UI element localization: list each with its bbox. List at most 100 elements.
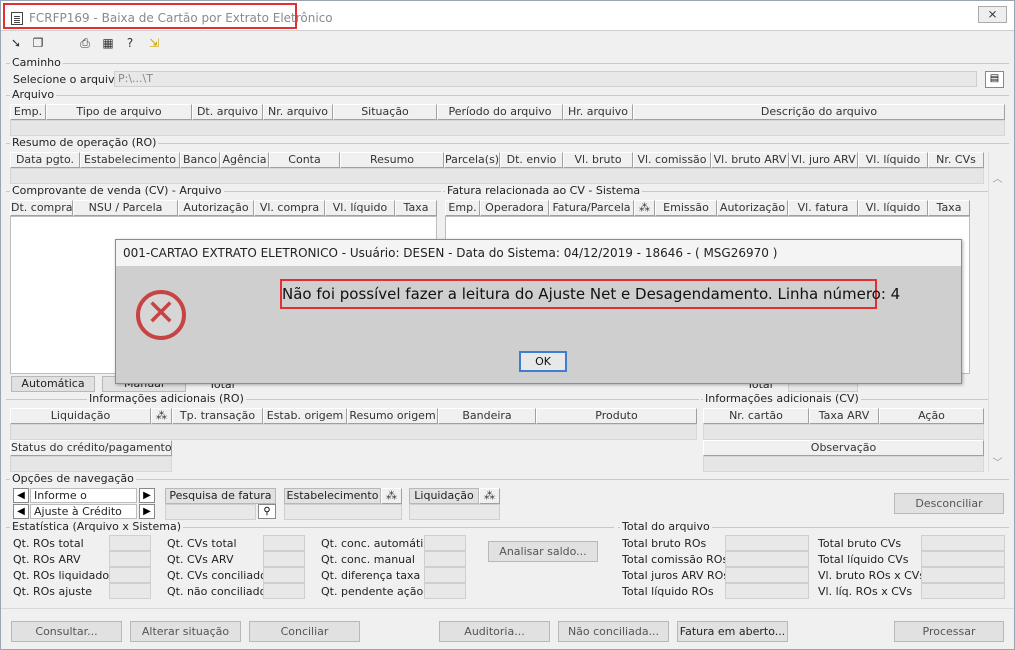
resumo-col-parcelas[interactable]: Parcela(s)	[444, 152, 500, 168]
print-icon[interactable]: ⎙	[77, 35, 93, 51]
info-ro-col-sort-icon[interactable]: ⁂	[151, 408, 172, 424]
observacao-header[interactable]: Observação	[703, 440, 984, 456]
cv-col-autorizacao[interactable]: Autorização	[178, 200, 254, 216]
resumo-col-data-pgto[interactable]: Data pgto.	[10, 152, 80, 168]
fatura-col-autorizacao[interactable]: Autorização	[717, 200, 788, 216]
stat-field	[263, 551, 305, 567]
resumo-col-vl-comissao[interactable]: Vl. comissão	[633, 152, 711, 168]
window-title: FCRFP169 - Baixa de Cartão por Extrato E…	[29, 11, 333, 25]
fatura-col-emissao[interactable]: Emissão	[655, 200, 717, 216]
resumo-col-estabelecimento[interactable]: Estabelecimento	[80, 152, 180, 168]
error-icon: ✕	[136, 290, 186, 340]
calculator-icon[interactable]: ▦	[100, 35, 116, 51]
estabelecimento-button[interactable]: Estabelecimento	[284, 488, 381, 504]
resumo-col-banco[interactable]: Banco	[180, 152, 220, 168]
resumo-col-agencia[interactable]: Agência	[220, 152, 269, 168]
fatura-col-operadora[interactable]: Operadora	[480, 200, 549, 216]
desconciliar-button[interactable]: Desconciliar	[894, 493, 1004, 514]
vertical-scrollbar[interactable]: ︿ ﹀	[988, 152, 1005, 472]
fatura-col-taxa[interactable]: Taxa	[928, 200, 970, 216]
fatura-col-emp[interactable]: Emp.	[445, 200, 480, 216]
stat-label: Qt. CVs conciliado	[167, 569, 267, 582]
fatura-col-vl-fatura[interactable]: Vl. fatura	[788, 200, 858, 216]
resumo-col-conta[interactable]: Conta	[269, 152, 340, 168]
arquivo-row[interactable]	[10, 120, 1005, 136]
browse-icon[interactable]: ▤	[985, 71, 1004, 88]
stat-label: Qt. ROs total	[13, 537, 84, 550]
cv-col-vl-compra[interactable]: Vl. compra	[254, 200, 325, 216]
arquivo-col-hr[interactable]: Hr. arquivo	[563, 104, 633, 120]
conciliar-button[interactable]: Conciliar	[249, 621, 360, 642]
info-ro-col-estab-origem[interactable]: Estab. origem	[263, 408, 347, 424]
arrow-in-icon[interactable]: ➘	[8, 35, 24, 51]
estab-sort-icon[interactable]: ⁂	[381, 488, 402, 504]
analisar-saldo-button[interactable]: Analisar saldo...	[488, 541, 598, 562]
arquivo-col-descricao[interactable]: Descrição do arquivo	[633, 104, 1005, 120]
resumo-col-dt-envio[interactable]: Dt. envio	[500, 152, 563, 168]
info-ro-col-produto[interactable]: Produto	[536, 408, 697, 424]
pesquisa-fatura-field[interactable]	[165, 504, 256, 520]
auditoria-button[interactable]: Auditoria...	[439, 621, 550, 642]
search-icon[interactable]: ⚲	[258, 504, 276, 519]
informe-resumo-combo[interactable]: Informe o Resumo!	[30, 488, 137, 515]
scroll-down-icon[interactable]: ﹀	[989, 454, 1006, 469]
info-ro-col-tp-transacao[interactable]: Tp. transação	[172, 408, 263, 424]
info-ro-row[interactable]	[10, 424, 697, 440]
close-button[interactable]: ⨯	[978, 6, 1007, 23]
exit-icon[interactable]: ⇲	[146, 35, 162, 51]
resumo-col-vl-bruto[interactable]: Vl. bruto	[563, 152, 633, 168]
arquivo-col-periodo[interactable]: Período do arquivo	[437, 104, 563, 120]
info-cv-col-nr-cartao[interactable]: Nr. cartão	[703, 408, 809, 424]
status-credito-header[interactable]: Status do crédito/pagamento	[10, 440, 172, 456]
liquidacao-sort-icon[interactable]: ⁂	[479, 488, 500, 504]
info-ro-col-liquidacao[interactable]: Liquidação	[10, 408, 151, 424]
arquivo-col-nr[interactable]: Nr. arquivo	[263, 104, 333, 120]
consultar-button[interactable]: Consultar...	[11, 621, 122, 642]
resumo-col-vl-bruto-arv[interactable]: Vl. bruto ARV	[711, 152, 789, 168]
cv-col-dt-compra[interactable]: Dt. compra	[10, 200, 73, 216]
fatura-col-fatura-parcela[interactable]: Fatura/Parcela	[549, 200, 634, 216]
arquivo-col-tipo[interactable]: Tipo de arquivo	[46, 104, 192, 120]
liquidacao-field[interactable]	[409, 504, 500, 520]
liquidacao-button[interactable]: Liquidação	[409, 488, 479, 504]
arquivo-col-emp[interactable]: Emp.	[10, 104, 46, 120]
help-icon[interactable]: ?	[122, 35, 138, 51]
fatura-col-vl-liquido[interactable]: Vl. líquido	[858, 200, 928, 216]
stat-label: Qt. diferença taxa	[321, 569, 421, 582]
cv-col-vl-liquido[interactable]: Vl. líquido	[325, 200, 395, 216]
ok-button[interactable]: OK	[519, 351, 567, 372]
prev-arrow-icon[interactable]: ◀	[13, 488, 29, 503]
fatura-section-title: Fatura relacionada ao CV - Sistema	[445, 184, 643, 197]
resumo-col-resumo[interactable]: Resumo	[340, 152, 444, 168]
fatura-col-sort-icon[interactable]: ⁂	[634, 200, 655, 216]
arquivo-col-dt[interactable]: Dt. arquivo	[192, 104, 263, 120]
arquivo-section-title: Arquivo	[10, 88, 57, 101]
total-field	[725, 567, 809, 583]
info-cv-col-taxa-arv[interactable]: Taxa ARV	[809, 408, 879, 424]
pesquisa-fatura-button[interactable]: Pesquisa de fatura	[165, 488, 276, 504]
next-arrow-icon[interactable]: ▶	[139, 488, 155, 503]
scroll-up-icon[interactable]: ︿	[989, 170, 1006, 185]
cv-col-nsu[interactable]: NSU / Parcela	[73, 200, 178, 216]
resumo-row[interactable]	[10, 168, 984, 184]
info-cv-col-acao[interactable]: Ação	[879, 408, 984, 424]
automatica-button[interactable]: Automática	[11, 376, 95, 392]
resumo-col-vl-juro-arv[interactable]: Vl. juro ARV	[789, 152, 858, 168]
copy-icon[interactable]: ❐	[30, 35, 46, 51]
alterar-situacao-button[interactable]: Alterar situação	[130, 621, 241, 642]
arquivo-col-situacao[interactable]: Situação	[333, 104, 437, 120]
cv-col-taxa[interactable]: Taxa	[395, 200, 437, 216]
processar-button[interactable]: Processar	[894, 621, 1004, 642]
prev-arrow-icon-2[interactable]: ◀	[13, 504, 29, 519]
nao-conciliada-button[interactable]: Não conciliada...	[558, 621, 669, 642]
ajuste-credito-combo[interactable]: Ajuste à Crédito	[30, 504, 137, 519]
fatura-aberto-button[interactable]: Fatura em aberto...	[677, 621, 788, 642]
estabelecimento-field[interactable]	[284, 504, 402, 520]
next-arrow-icon-2[interactable]: ▶	[139, 504, 155, 519]
resumo-col-vl-liquido[interactable]: Vl. líquido	[858, 152, 928, 168]
info-cv-row[interactable]	[703, 424, 984, 440]
path-field[interactable]: P:\...\T	[114, 71, 977, 87]
info-ro-col-resumo-origem[interactable]: Resumo origem	[347, 408, 438, 424]
info-ro-col-bandeira[interactable]: Bandeira	[438, 408, 536, 424]
resumo-col-nr-cvs[interactable]: Nr. CVs	[928, 152, 984, 168]
